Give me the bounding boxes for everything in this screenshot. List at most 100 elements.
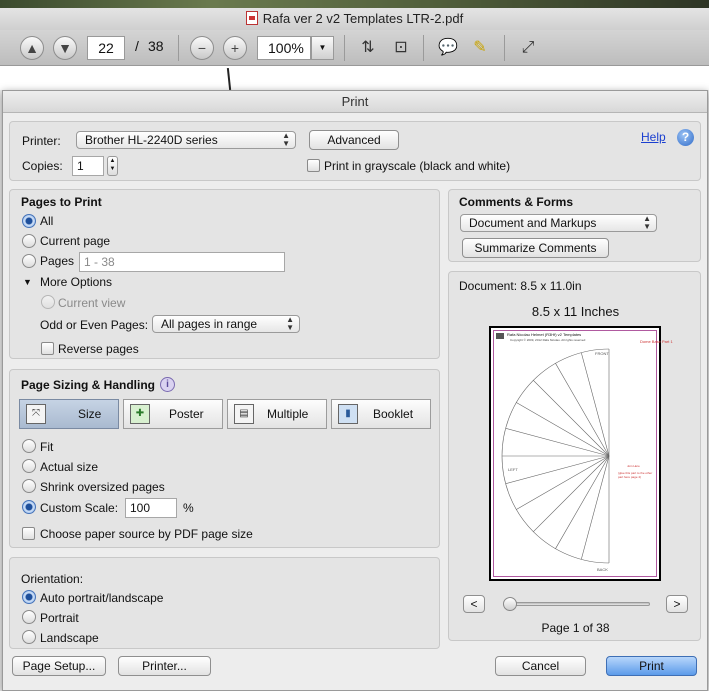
percent-label: % (183, 501, 194, 515)
custom-scale-input[interactable]: 100 (125, 498, 177, 518)
pages-range-radio[interactable] (22, 254, 36, 268)
zoom-out-button[interactable]: − (190, 36, 214, 60)
grayscale-label: Print in grayscale (black and white) (324, 159, 511, 173)
next-preview-button[interactable]: > (666, 595, 688, 613)
shrink-radio[interactable] (22, 479, 36, 493)
comments-forms-select[interactable]: Document and Markups ▲ ▼ (460, 214, 657, 232)
template-wedge-line (555, 363, 610, 457)
grayscale-checkbox[interactable] (307, 159, 320, 172)
page-sizing-panel: Page Sizing & Handling i ⤧ Size ✚ Poster ▤… (9, 369, 440, 548)
paper-size-label: 8.5 x 11 Inches (531, 304, 620, 319)
portrait-label: Portrait (40, 611, 79, 625)
comments-forms-value: Document and Markups (469, 216, 597, 230)
portrait-radio[interactable] (22, 610, 36, 624)
pages-range-label: Pages (40, 254, 75, 268)
disclosure-triangle-icon[interactable]: ▼ (23, 277, 32, 287)
page-indicator: Page 1 of 38 (541, 621, 610, 635)
printer-select[interactable]: Brother HL-2240D series ▲ ▼ (76, 131, 296, 149)
all-pages-radio[interactable] (22, 214, 36, 228)
page-setup-button[interactable]: Page Setup... (12, 656, 106, 676)
fit-label: Fit (40, 440, 54, 454)
pdf-file-icon (245, 11, 258, 25)
comments-forms-panel: Comments & Forms Document and Markups ▲ ▼ … (448, 189, 701, 262)
page-total: 38 (148, 38, 164, 54)
fit-width-icon[interactable]: ⇅ (356, 36, 380, 60)
page-separator: / (135, 38, 139, 54)
tab-poster[interactable]: ✚ Poster (123, 399, 223, 429)
document-line (226, 67, 232, 91)
copies-input[interactable]: 1 (72, 156, 104, 176)
comment-icon[interactable]: 💬 (436, 36, 460, 60)
help-link[interactable]: Help (641, 130, 666, 144)
window-titlebar: Rafa ver 2 v2 Templates LTR-2.pdf (0, 8, 709, 30)
document-size-label: Document: 8.5 x 11.0in (459, 279, 582, 293)
odd-even-label: Odd or Even Pages: (40, 318, 149, 332)
template-wedge-line (581, 455, 610, 560)
comments-forms-heading: Comments & Forms (459, 195, 574, 209)
auto-orientation-radio[interactable] (22, 590, 36, 604)
zoom-in-button[interactable]: + (223, 36, 247, 60)
custom-scale-label: Custom Scale: (40, 501, 119, 515)
multiple-icon: ▤ (234, 404, 254, 424)
toolbar-divider (504, 35, 505, 61)
all-pages-label: All (40, 214, 54, 228)
page-preview-border: Rafa Nicolau Helmet (R3Hf) v2 Templates … (493, 330, 673, 577)
actual-size-radio[interactable] (22, 459, 36, 473)
landscape-radio[interactable] (22, 630, 36, 644)
reverse-pages-label: Reverse pages (58, 342, 139, 356)
template-wedge-line (581, 352, 610, 457)
copies-label: Copies: (22, 159, 63, 173)
toolbar-divider (178, 35, 179, 61)
window-title: Rafa ver 2 v2 Templates LTR-2.pdf (262, 11, 464, 26)
page-sizing-heading: Page Sizing & Handling (21, 378, 156, 392)
pages-range-input[interactable]: 1 - 38 (79, 252, 285, 272)
preview-slider-track[interactable] (503, 597, 650, 611)
thumb-back-label: BACK (597, 567, 608, 572)
shrink-label: Shrink oversized pages (40, 480, 165, 494)
stepper-arrows-icon: ▲ ▼ (643, 214, 651, 231)
toolbar-divider (423, 35, 424, 61)
template-wedge-line (505, 455, 610, 484)
current-view-label: Current view (58, 296, 126, 310)
paper-source-checkbox[interactable] (22, 527, 35, 540)
tab-size[interactable]: ⤧ Size (19, 399, 119, 429)
zoom-dropdown-arrow[interactable]: ▼ (311, 36, 334, 60)
highlight-text-icon[interactable]: ✎ (468, 36, 492, 60)
tab-booklet-label: Booklet (373, 407, 414, 421)
pages-to-print-panel: Pages to Print All Current page Pages 1 … (9, 189, 440, 359)
printer-button[interactable]: Printer... (118, 656, 211, 676)
print-button[interactable]: Print (606, 656, 697, 676)
tab-multiple[interactable]: ▤ Multiple (227, 399, 327, 429)
reverse-pages-checkbox[interactable] (41, 342, 54, 355)
paper-source-label: Choose paper source by PDF page size (40, 527, 253, 541)
odd-even-select[interactable]: All pages in range ▲ ▼ (152, 315, 300, 333)
dialog-title: Print (3, 91, 707, 113)
toolbar-divider (344, 35, 345, 61)
template-wedge-line (505, 428, 610, 457)
current-view-radio[interactable] (41, 295, 55, 309)
copies-stepper[interactable]: ▲ ▼ (107, 156, 118, 176)
thumb-note: (glue this part to the other part here p… (618, 471, 653, 479)
prev-preview-button[interactable]: < (463, 595, 485, 613)
template-wedge-line (533, 455, 610, 532)
custom-scale-radio[interactable] (22, 500, 36, 514)
tab-size-label: Size (78, 407, 102, 421)
more-options-label[interactable]: More Options (40, 275, 112, 289)
previous-page-button[interactable]: ▲ (20, 36, 44, 60)
fit-page-icon[interactable]: ⊡ (389, 36, 413, 60)
template-wedge-line (555, 455, 610, 549)
tab-booklet[interactable]: ▮ Booklet (331, 399, 431, 429)
zoom-input[interactable]: 100% (257, 36, 311, 60)
cancel-button[interactable]: Cancel (495, 656, 586, 676)
preview-slider-knob[interactable] (503, 597, 517, 611)
current-page-radio[interactable] (22, 234, 36, 248)
fullscreen-icon[interactable]: ⤢ (516, 36, 540, 60)
help-icon[interactable]: ? (677, 129, 694, 146)
next-page-button[interactable]: ▼ (53, 36, 77, 60)
page-number-input[interactable]: 22 (87, 36, 125, 60)
info-icon[interactable]: i (160, 377, 175, 392)
summarize-comments-button[interactable]: Summarize Comments (462, 238, 609, 258)
advanced-button[interactable]: Advanced (309, 130, 399, 150)
thumb-left-label: LEFT (508, 467, 518, 472)
fit-radio[interactable] (22, 439, 36, 453)
